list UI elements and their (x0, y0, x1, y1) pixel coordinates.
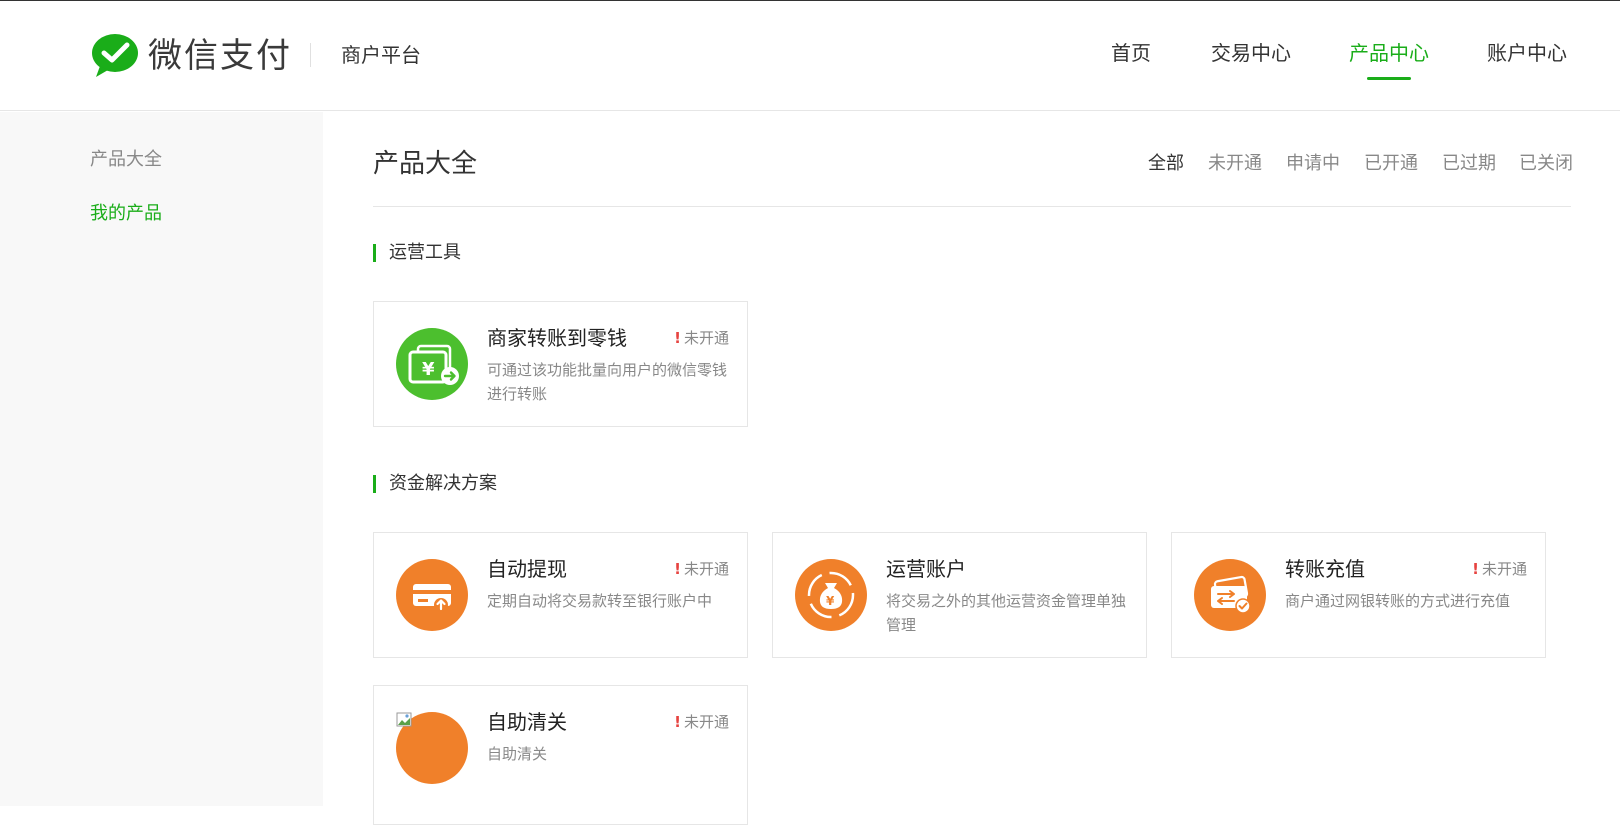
product-name: 自助清关 (487, 710, 567, 734)
money-bag-icon: ¥ (795, 559, 867, 631)
nav-trade-center[interactable]: 交易中心 (1211, 39, 1291, 67)
filter-closed[interactable]: 已关闭 (1519, 150, 1573, 178)
product-card-transfer-recharge[interactable]: 转账充值 ! 未开通 商户通过网银转账的方式进行充值 (1171, 532, 1546, 658)
filter-all[interactable]: 全部 (1148, 150, 1184, 178)
wechat-pay-logo-icon (92, 34, 138, 77)
section-accent-bar (373, 475, 376, 493)
card-recharge-icon (1194, 559, 1266, 631)
filter-applying[interactable]: 申请中 (1286, 150, 1340, 178)
sidebar: 产品大全 我的产品 (0, 112, 323, 806)
section-header-funds: 资金解决方案 (373, 471, 497, 497)
wallet-transfer-icon: ¥ (396, 328, 468, 400)
product-card-auto-withdraw[interactable]: 自动提现 ! 未开通 定期自动将交易款转至银行账户中 (373, 532, 748, 658)
top-header: 微信支付 商户平台 首页 交易中心 产品中心 账户中心 (0, 1, 1620, 111)
page-title: 产品大全 (373, 149, 478, 179)
product-name: 自动提现 (487, 557, 567, 581)
section-accent-bar (373, 244, 376, 262)
status-badge: ! 未开通 (674, 710, 729, 734)
product-card-merchant-transfer[interactable]: ¥ 商家转账到零钱 ! 未开通 可通过该功能批量向用户的微信零钱进行转账 (373, 301, 748, 427)
status-badge: ! 未开通 (674, 326, 729, 350)
filter-expired[interactable]: 已过期 (1442, 150, 1496, 178)
wechat-pay-logo[interactable]: 微信支付 (90, 33, 292, 79)
nav-product-center[interactable]: 产品中心 (1349, 39, 1429, 67)
broken-image-icon (396, 712, 468, 784)
nav-active-indicator (1367, 77, 1411, 80)
product-description: 可通过该功能批量向用户的微信零钱进行转账 (487, 361, 728, 403)
svg-text:¥: ¥ (422, 359, 435, 380)
product-card-operating-account[interactable]: ¥ 运营账户 将交易之外的其他运营资金管理单独管理 (772, 532, 1147, 658)
product-description: 定期自动将交易款转至银行账户中 (487, 592, 713, 610)
status-text: 未开通 (683, 560, 729, 578)
section-title: 资金解决方案 (389, 473, 497, 494)
product-description: 商户通过网银转账的方式进行充值 (1285, 592, 1511, 610)
section-title: 运营工具 (389, 242, 461, 263)
product-card-self-customs[interactable]: 自助清关 ! 未开通 自助清关 (373, 685, 748, 825)
status-text: 未开通 (683, 713, 729, 731)
sidebar-item-all-products[interactable]: 产品大全 (90, 147, 162, 173)
status-text: 未开通 (683, 329, 729, 347)
status-badge: ! 未开通 (674, 557, 729, 581)
product-description: 将交易之外的其他运营资金管理单独管理 (886, 592, 1127, 634)
card-withdraw-icon (396, 559, 468, 631)
nav-account-center[interactable]: 账户中心 (1487, 39, 1567, 67)
sidebar-item-my-products[interactable]: 我的产品 (90, 201, 162, 227)
product-name: 运营账户 (886, 557, 966, 581)
logo-divider (310, 43, 311, 67)
status-badge: ! 未开通 (1472, 557, 1527, 581)
alert-icon: ! (674, 713, 681, 731)
logo-text: 微信支付 (148, 36, 292, 76)
svg-text:¥: ¥ (826, 594, 835, 608)
product-description: 自助清关 (487, 745, 548, 763)
alert-icon: ! (1472, 560, 1479, 578)
platform-name: 商户平台 (341, 43, 421, 67)
alert-icon: ! (674, 329, 681, 347)
filter-opened[interactable]: 已开通 (1364, 150, 1418, 178)
product-name: 商家转账到零钱 (487, 326, 627, 350)
nav-home[interactable]: 首页 (1111, 39, 1151, 67)
section-header-operations: 运营工具 (373, 240, 461, 266)
filter-not-opened[interactable]: 未开通 (1208, 150, 1262, 178)
status-text: 未开通 (1481, 560, 1527, 578)
alert-icon: ! (674, 560, 681, 578)
product-name: 转账充值 (1285, 557, 1365, 581)
title-divider (373, 206, 1571, 207)
